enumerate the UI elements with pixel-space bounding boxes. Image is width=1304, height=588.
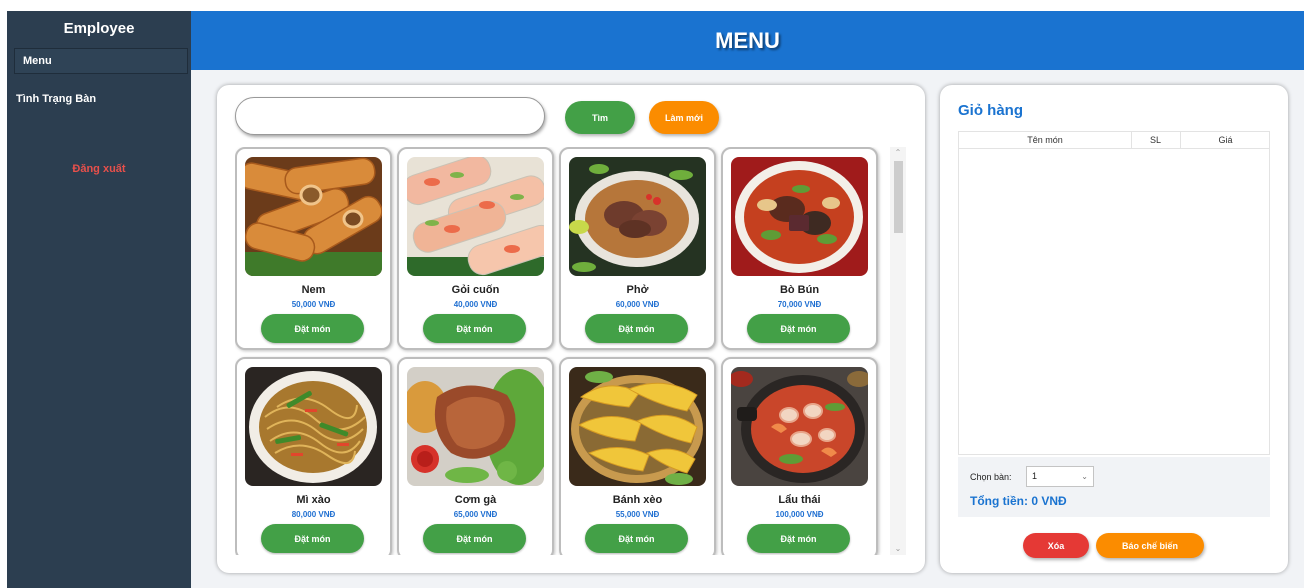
menu-card-banh-xeo: Bánh xèo 55,000 VNĐ Đặt món bbox=[559, 357, 716, 555]
menu-card-lau-thai: Lẩu thái 100,000 VNĐ Đặt món bbox=[721, 357, 878, 555]
order-button-com-ga[interactable]: Đặt món bbox=[423, 524, 526, 553]
food-image-mi-xao bbox=[245, 367, 382, 486]
table-select-label: Chọn bàn: bbox=[970, 472, 1012, 482]
food-price: 70,000 VNĐ bbox=[777, 300, 822, 309]
order-button-bo-bun[interactable]: Đặt món bbox=[747, 314, 850, 343]
scroll-down-icon[interactable]: ⌄ bbox=[890, 543, 906, 555]
page-title: MENU bbox=[715, 28, 780, 53]
food-name: Bánh xèo bbox=[612, 494, 663, 506]
search-button[interactable]: Tìm bbox=[565, 101, 635, 134]
menu-card-nem: Nem 50,000 VNĐ Đặt món bbox=[235, 147, 392, 350]
col-header-price: Giá bbox=[1218, 135, 1233, 145]
sidebar-title: Employee bbox=[63, 20, 135, 37]
menu-card-pho: Phở 60,000 VNĐ Đặt món bbox=[559, 147, 716, 350]
cart-footer: Chọn bàn: 1 ⌄ Tổng tiền: 0 VNĐ bbox=[958, 457, 1270, 517]
menu-scrollbar[interactable]: ⌃ ⌄ bbox=[890, 147, 906, 555]
food-name: Gỏi cuốn bbox=[451, 284, 500, 296]
sidebar: Employee Menu Tình Trạng Bàn Đăng xuất bbox=[7, 11, 191, 588]
order-button-lau-thai[interactable]: Đặt món bbox=[747, 524, 850, 553]
chevron-down-icon: ⌄ bbox=[1081, 472, 1088, 481]
col-header-qty: SL bbox=[1149, 135, 1161, 145]
notify-kitchen-button[interactable]: Báo chế biến bbox=[1096, 533, 1204, 558]
cart-table[interactable]: Tên món SL Giá bbox=[958, 131, 1270, 455]
food-image-com-ga bbox=[407, 367, 544, 486]
table-select[interactable]: 1 ⌄ bbox=[1026, 466, 1094, 487]
menu-card-goi-cuon: Gỏi cuốn 40,000 VNĐ Đặt món bbox=[397, 147, 554, 350]
food-price: 65,000 VNĐ bbox=[453, 510, 498, 519]
menu-panel: Tìm Làm mới Nem 50,000 VNĐ Đặt món Gỏi c… bbox=[217, 85, 925, 573]
food-price: 80,000 VNĐ bbox=[291, 510, 336, 519]
food-image-pho bbox=[569, 157, 706, 276]
food-price: 55,000 VNĐ bbox=[615, 510, 660, 519]
food-image-goi-cuon bbox=[407, 157, 544, 276]
cart-table-header: Tên món SL Giá bbox=[959, 132, 1269, 149]
food-name: Phở bbox=[626, 284, 649, 296]
food-price: 50,000 VNĐ bbox=[291, 300, 336, 309]
cart-panel: Giỏ hàng Tên món SL Giá Chọn bàn: 1 ⌄ Tổ… bbox=[940, 85, 1288, 573]
food-price: 40,000 VNĐ bbox=[453, 300, 498, 309]
menu-card-com-ga: Cơm gà 65,000 VNĐ Đặt món bbox=[397, 357, 554, 555]
food-name: Nem bbox=[301, 284, 326, 296]
menu-grid: Nem 50,000 VNĐ Đặt món Gỏi cuốn 40,000 V… bbox=[235, 147, 907, 555]
food-image-lau-thai bbox=[731, 367, 868, 486]
scroll-thumb[interactable] bbox=[894, 161, 903, 233]
sidebar-item-menu[interactable]: Menu bbox=[14, 48, 188, 74]
refresh-button[interactable]: Làm mới bbox=[649, 101, 719, 134]
food-image-banh-xeo bbox=[569, 367, 706, 486]
total-amount: Tổng tiền: 0 VNĐ bbox=[970, 494, 1067, 508]
food-price: 100,000 VNĐ bbox=[775, 510, 824, 519]
food-price: 60,000 VNĐ bbox=[615, 300, 660, 309]
food-image-nem bbox=[245, 157, 382, 276]
food-name: Lẩu thái bbox=[778, 494, 821, 506]
food-name: Cơm gà bbox=[454, 494, 497, 506]
col-header-name: Tên món bbox=[1027, 135, 1063, 145]
search-input[interactable] bbox=[235, 97, 545, 135]
food-name: Bò Bún bbox=[779, 284, 820, 296]
order-button-banh-xeo[interactable]: Đặt món bbox=[585, 524, 688, 553]
order-button-nem[interactable]: Đặt món bbox=[261, 314, 364, 343]
header-bar: MENU bbox=[191, 11, 1304, 70]
menu-card-mi-xao: Mì xào 80,000 VNĐ Đặt món bbox=[235, 357, 392, 555]
order-button-goi-cuon[interactable]: Đặt món bbox=[423, 314, 526, 343]
order-button-mi-xao[interactable]: Đặt món bbox=[261, 524, 364, 553]
main-content: MENU Tìm Làm mới Nem 50,000 VNĐ Đặt món … bbox=[191, 11, 1304, 588]
scroll-up-icon[interactable]: ⌃ bbox=[890, 147, 906, 159]
order-button-pho[interactable]: Đặt món bbox=[585, 314, 688, 343]
sidebar-item-table-status[interactable]: Tình Trạng Bàn bbox=[16, 93, 96, 105]
table-select-value: 1 bbox=[1032, 471, 1038, 481]
menu-card-bo-bun: Bò Bún 70,000 VNĐ Đặt món bbox=[721, 147, 878, 350]
delete-button[interactable]: Xóa bbox=[1023, 533, 1089, 558]
food-image-bo-bun bbox=[731, 157, 868, 276]
cart-title: Giỏ hàng bbox=[958, 102, 1023, 119]
food-name: Mì xào bbox=[296, 494, 331, 506]
logout-link[interactable]: Đăng xuất bbox=[7, 163, 191, 175]
